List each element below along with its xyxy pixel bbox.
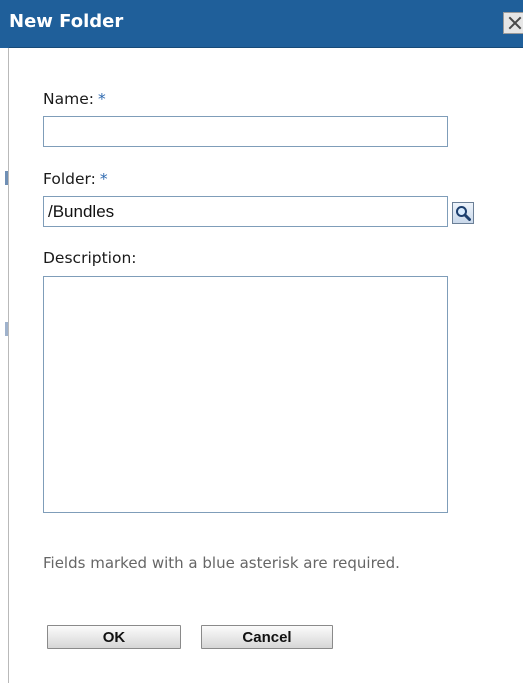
required-fields-note: Fields marked with a blue asterisk are r… [43,554,400,572]
border-tick [5,171,8,185]
folder-label-text: Folder: [43,170,96,188]
description-label: Description: [43,249,137,267]
title-bar: New Folder [9,0,523,48]
dialog-left-border [0,0,9,683]
folder-label: Folder: * [43,170,108,188]
name-input[interactable] [43,116,448,147]
browse-folder-button[interactable] [452,202,474,224]
dialog-title: New Folder [9,11,124,32]
title-bar-sliver [0,0,9,48]
required-asterisk: * [99,170,108,188]
magnifier-icon [456,206,471,221]
border-tick [5,322,8,336]
close-icon [508,16,522,30]
ok-button[interactable]: OK [47,625,181,649]
cancel-button[interactable]: Cancel [201,625,333,649]
required-asterisk: * [97,90,106,108]
name-label-text: Name: [43,90,94,108]
name-label: Name: * [43,90,106,108]
new-folder-dialog: New Folder Name:* Folder:* Description: … [0,0,523,683]
description-label-text: Description: [43,249,137,267]
folder-input[interactable] [43,196,448,227]
description-textarea[interactable] [43,276,448,513]
close-button[interactable] [503,12,523,34]
